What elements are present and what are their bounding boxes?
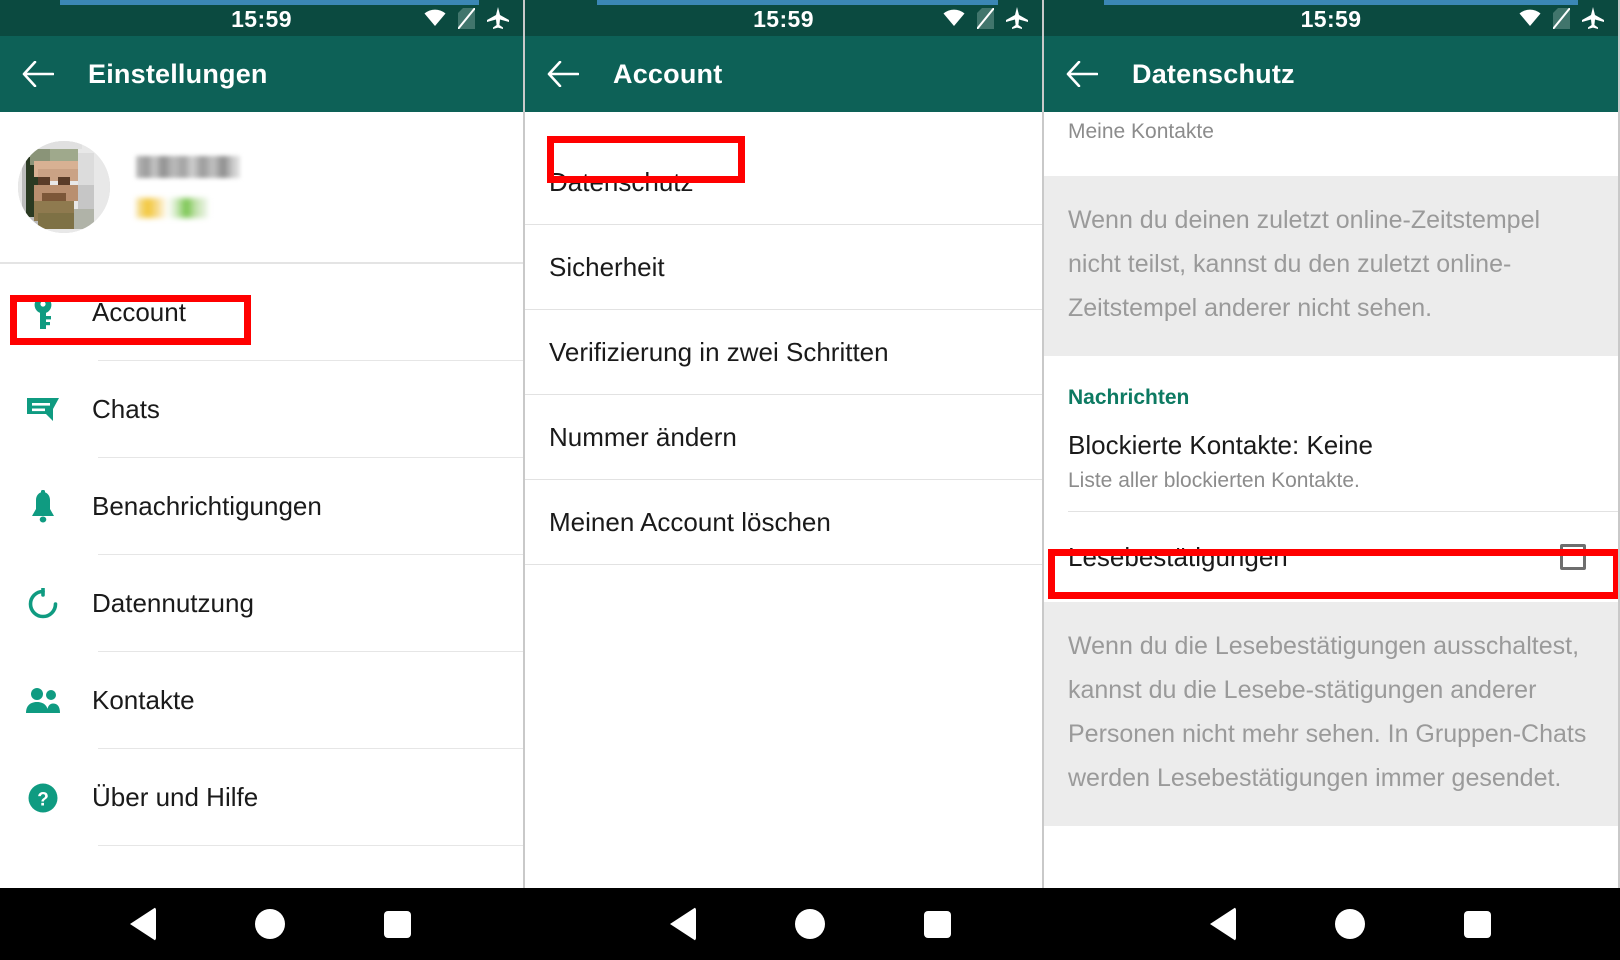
privacy-list: Meine Kontakte Wenn du deinen zuletzt on… xyxy=(1044,112,1618,960)
back-arrow-icon[interactable] xyxy=(1066,61,1098,87)
progress-strip xyxy=(597,0,998,5)
help-icon: ? xyxy=(22,782,64,814)
avatar[interactable] xyxy=(18,141,110,233)
recents-button[interactable] xyxy=(1463,910,1491,938)
no-sim-icon xyxy=(458,7,475,29)
read-receipts-checkbox[interactable] xyxy=(1560,544,1586,570)
progress-strip xyxy=(60,0,479,5)
home-button[interactable] xyxy=(1334,909,1365,939)
status-time: 15:59 xyxy=(231,5,292,32)
sidebar-item-label: Datennutzung xyxy=(92,588,254,618)
app-bar-account: Account xyxy=(525,36,1042,112)
account-item-label: Verifizierung in zwei Schritten xyxy=(549,337,889,367)
settings-list: Account Chats Benachrichtigungen Datennu… xyxy=(0,112,523,960)
android-navigation-bar xyxy=(0,888,1620,960)
recents-button[interactable] xyxy=(923,910,951,938)
panel-privacy: 15:59 Datenschutz Meine Kontakte Wenn du… xyxy=(1044,0,1620,960)
profile-status-blurred xyxy=(136,198,208,218)
account-item-delete-account[interactable]: Meinen Account löschen xyxy=(525,480,1042,565)
wifi-icon xyxy=(943,9,965,27)
data-usage-icon xyxy=(22,587,64,620)
back-button[interactable] xyxy=(129,907,156,941)
sidebar-item-label: Kontakte xyxy=(92,685,195,715)
airplane-mode-icon xyxy=(1006,7,1028,29)
screenshot-root: 15:59 Einstellungen Account Chats Benach… xyxy=(0,0,1620,960)
account-item-two-step-verification[interactable]: Verifizierung in zwei Schritten xyxy=(525,310,1042,395)
sidebar-item-account[interactable]: Account xyxy=(0,264,523,361)
contacts-icon xyxy=(22,687,64,715)
divider xyxy=(1068,511,1618,512)
blocked-contacts-title: Blockierte Kontakte: Keine xyxy=(1068,430,1373,460)
read-receipts-label: Lesebestätigungen xyxy=(1068,541,1288,572)
account-item-label: Sicherheit xyxy=(549,252,665,282)
key-icon xyxy=(22,296,64,330)
airplane-mode-icon xyxy=(1582,7,1604,29)
nav-group xyxy=(0,888,540,960)
no-sim-icon xyxy=(977,7,994,29)
blocked-contacts-subtitle: Liste aller blockierten Kontakte. xyxy=(1068,469,1360,492)
back-arrow-icon[interactable] xyxy=(547,61,579,87)
nav-group xyxy=(1080,888,1620,960)
bell-icon xyxy=(22,489,64,524)
airplane-mode-icon xyxy=(487,7,509,29)
status-bar: 15:59 xyxy=(0,0,523,36)
panel-account: 15:59 Account Datenschutz Sicherheit Ver… xyxy=(525,0,1044,960)
wifi-icon xyxy=(1519,9,1541,27)
page-title: Einstellungen xyxy=(88,58,268,89)
status-bar: 15:59 xyxy=(1044,0,1618,36)
sidebar-item-about-help[interactable]: ? Über und Hilfe xyxy=(0,749,523,846)
status-icon-group xyxy=(1519,7,1604,29)
sidebar-item-contacts[interactable]: Kontakte xyxy=(0,652,523,749)
recents-button[interactable] xyxy=(383,910,411,938)
back-button[interactable] xyxy=(1209,907,1236,941)
sidebar-item-label: Chats xyxy=(92,394,160,424)
info-last-seen: Wenn du deinen zuletzt online-Zeitstempe… xyxy=(1044,176,1618,356)
section-header-messages: Nachrichten xyxy=(1068,386,1190,409)
status-bar: 15:59 xyxy=(525,0,1042,36)
profile-text xyxy=(136,156,240,218)
sidebar-item-chats[interactable]: Chats xyxy=(0,361,523,458)
blocked-contacts-row[interactable]: Blockierte Kontakte: Keine Liste aller b… xyxy=(1044,420,1618,526)
account-item-change-number[interactable]: Nummer ändern xyxy=(525,395,1042,480)
profile-name-blurred xyxy=(136,156,240,178)
read-receipts-row[interactable]: Lesebestätigungen xyxy=(1044,526,1618,588)
account-list: Datenschutz Sicherheit Verifizierung in … xyxy=(525,112,1042,960)
app-bar-settings: Einstellungen xyxy=(0,36,523,112)
info-read-receipts: Wenn du die Lesebestätigungen ausschalte… xyxy=(1044,602,1618,826)
account-item-label: Datenschutz xyxy=(549,167,694,197)
sidebar-item-label: Benachrichtigungen xyxy=(92,491,322,521)
no-sim-icon xyxy=(1553,7,1570,29)
wifi-icon xyxy=(424,9,446,27)
progress-strip xyxy=(1104,0,1578,5)
page-title: Datenschutz xyxy=(1132,58,1295,89)
home-button[interactable] xyxy=(254,909,285,939)
sidebar-item-label: Account xyxy=(92,297,186,327)
account-item-label: Meinen Account löschen xyxy=(549,507,831,537)
nav-group xyxy=(540,888,1080,960)
svg-text:?: ? xyxy=(37,789,49,810)
panel-settings: 15:59 Einstellungen Account Chats Benach… xyxy=(0,0,525,960)
status-icon-group xyxy=(424,7,509,29)
last-seen-value[interactable]: Meine Kontakte xyxy=(1044,112,1618,160)
back-arrow-icon[interactable] xyxy=(22,61,54,87)
profile-row[interactable] xyxy=(0,112,523,264)
account-item-security[interactable]: Sicherheit xyxy=(525,225,1042,310)
home-button[interactable] xyxy=(794,909,825,939)
divider xyxy=(525,564,1042,565)
status-time: 15:59 xyxy=(753,5,814,32)
sidebar-item-label: Über und Hilfe xyxy=(92,782,259,812)
divider xyxy=(98,845,523,846)
status-icon-group xyxy=(943,7,1028,29)
account-item-privacy[interactable]: Datenschutz xyxy=(525,140,1042,225)
page-title: Account xyxy=(613,58,723,89)
chat-bubble-icon xyxy=(22,396,64,424)
app-bar-privacy: Datenschutz xyxy=(1044,36,1618,112)
sidebar-item-notifications[interactable]: Benachrichtigungen xyxy=(0,458,523,555)
account-item-label: Nummer ändern xyxy=(549,422,737,452)
sidebar-item-data-usage[interactable]: Datennutzung xyxy=(0,555,523,652)
status-time: 15:59 xyxy=(1300,5,1362,32)
back-button[interactable] xyxy=(669,907,696,941)
